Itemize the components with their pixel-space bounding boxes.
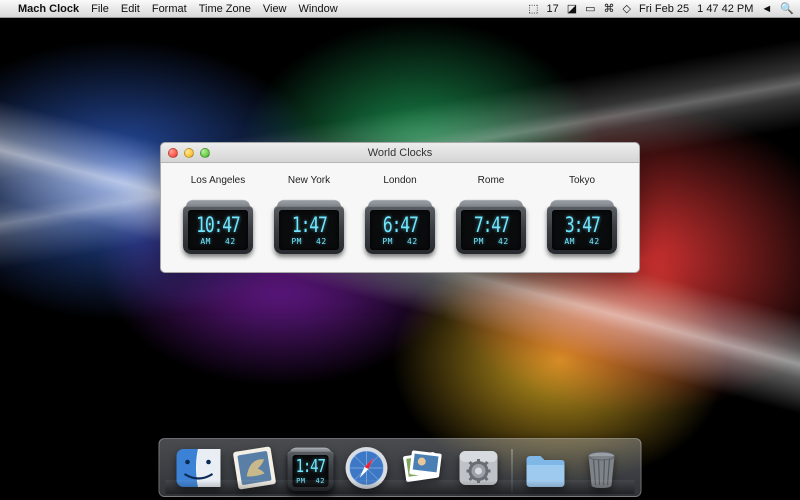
city-label: New York xyxy=(288,175,330,186)
city-label: London xyxy=(383,175,416,186)
clock-ampm: AM xyxy=(200,237,211,246)
dock-clock-seconds: 42 xyxy=(316,477,325,485)
clock-time: 1:47 xyxy=(292,215,327,236)
menu-edit[interactable]: Edit xyxy=(121,3,140,15)
minimize-button[interactable] xyxy=(184,148,194,158)
city-label: Los Angeles xyxy=(191,175,246,186)
menubar-date[interactable]: Fri Feb 25 xyxy=(639,3,689,15)
clock-ampm: PM xyxy=(382,237,393,246)
clock-ampm: PM xyxy=(291,237,302,246)
clock-seconds: 42 xyxy=(498,237,509,246)
clock-ampm: AM xyxy=(564,237,575,246)
display-icon[interactable]: ▭ xyxy=(585,2,595,15)
menubar: Mach Clock File Edit Format Time Zone Vi… xyxy=(0,0,800,18)
clock-seconds: 42 xyxy=(316,237,327,246)
desktop: Mach Clock File Edit Format Time Zone Vi… xyxy=(0,0,800,500)
world-clocks-window[interactable]: World Clocks Los Angeles 10:47 AM 42 xyxy=(160,142,640,273)
window-titlebar[interactable]: World Clocks xyxy=(161,143,639,163)
menubar-time[interactable]: 1 47 42 PM xyxy=(697,3,753,15)
dock-trash-icon[interactable] xyxy=(577,443,627,493)
menu-window[interactable]: Window xyxy=(299,3,338,15)
menu-time-zone[interactable]: Time Zone xyxy=(199,3,251,15)
adobe-status-icon[interactable]: ⬚ xyxy=(528,2,538,15)
clock-time: 3:47 xyxy=(565,215,600,236)
volume-icon[interactable]: ◄ xyxy=(761,3,772,15)
wifi-icon[interactable]: ◇ xyxy=(623,2,631,15)
dock-clock-ampm: PM xyxy=(296,477,305,485)
clock-seconds: 42 xyxy=(589,237,600,246)
clock-time: 6:47 xyxy=(383,215,418,236)
dock-safari-icon[interactable] xyxy=(342,443,392,493)
menu-view[interactable]: View xyxy=(263,3,287,15)
clock-london: London 6:47 PM 42 xyxy=(357,169,443,254)
clock-cube: 1:47 PM 42 xyxy=(274,196,344,254)
dock-separator xyxy=(512,449,513,493)
city-label: Tokyo xyxy=(569,175,595,186)
dock-system-preferences-icon[interactable] xyxy=(454,443,504,493)
clock-new-york: New York 1:47 PM 42 xyxy=(266,169,352,254)
clock-ampm: PM xyxy=(473,237,484,246)
clock-time: 7:47 xyxy=(474,215,509,236)
city-label: Rome xyxy=(478,175,505,186)
clock-cube: 6:47 PM 42 xyxy=(365,196,435,254)
clocks-row: Los Angeles 10:47 AM 42 New York xyxy=(161,163,639,272)
bluetooth-icon[interactable]: ⌘ xyxy=(604,2,615,15)
clock-tokyo: Tokyo 3:47 AM 42 xyxy=(539,169,625,254)
window-title: World Clocks xyxy=(161,147,639,159)
zoom-button[interactable] xyxy=(200,148,210,158)
spotlight-icon[interactable]: 🔍 xyxy=(780,2,794,15)
clock-cube: 7:47 PM 42 xyxy=(456,196,526,254)
dock-clock-time: 1:47 xyxy=(296,458,325,476)
close-button[interactable] xyxy=(168,148,178,158)
dock-mach-clock-icon[interactable]: 1:47 PM 42 xyxy=(286,443,336,493)
clock-seconds: 42 xyxy=(225,237,236,246)
clock-time: 10:47 xyxy=(196,215,239,236)
dock-mail-icon[interactable] xyxy=(230,443,280,493)
clock-cube: 10:47 AM 42 xyxy=(183,196,253,254)
clock-seconds: 42 xyxy=(407,237,418,246)
dock-finder-icon[interactable] xyxy=(174,443,224,493)
menu-file[interactable]: File xyxy=(91,3,109,15)
dock: 1:47 PM 42 xyxy=(159,438,642,497)
dropbox-icon[interactable]: ◪ xyxy=(567,2,577,15)
app-menu[interactable]: Mach Clock xyxy=(18,3,79,15)
menu-format[interactable]: Format xyxy=(152,3,187,15)
dock-documents-folder-icon[interactable] xyxy=(521,443,571,493)
clock-cube: 3:47 AM 42 xyxy=(547,196,617,254)
dock-iphoto-icon[interactable] xyxy=(398,443,448,493)
clock-los-angeles: Los Angeles 10:47 AM 42 xyxy=(175,169,261,254)
clock-rome: Rome 7:47 PM 42 xyxy=(448,169,534,254)
badge-count[interactable]: 17 xyxy=(546,3,558,15)
